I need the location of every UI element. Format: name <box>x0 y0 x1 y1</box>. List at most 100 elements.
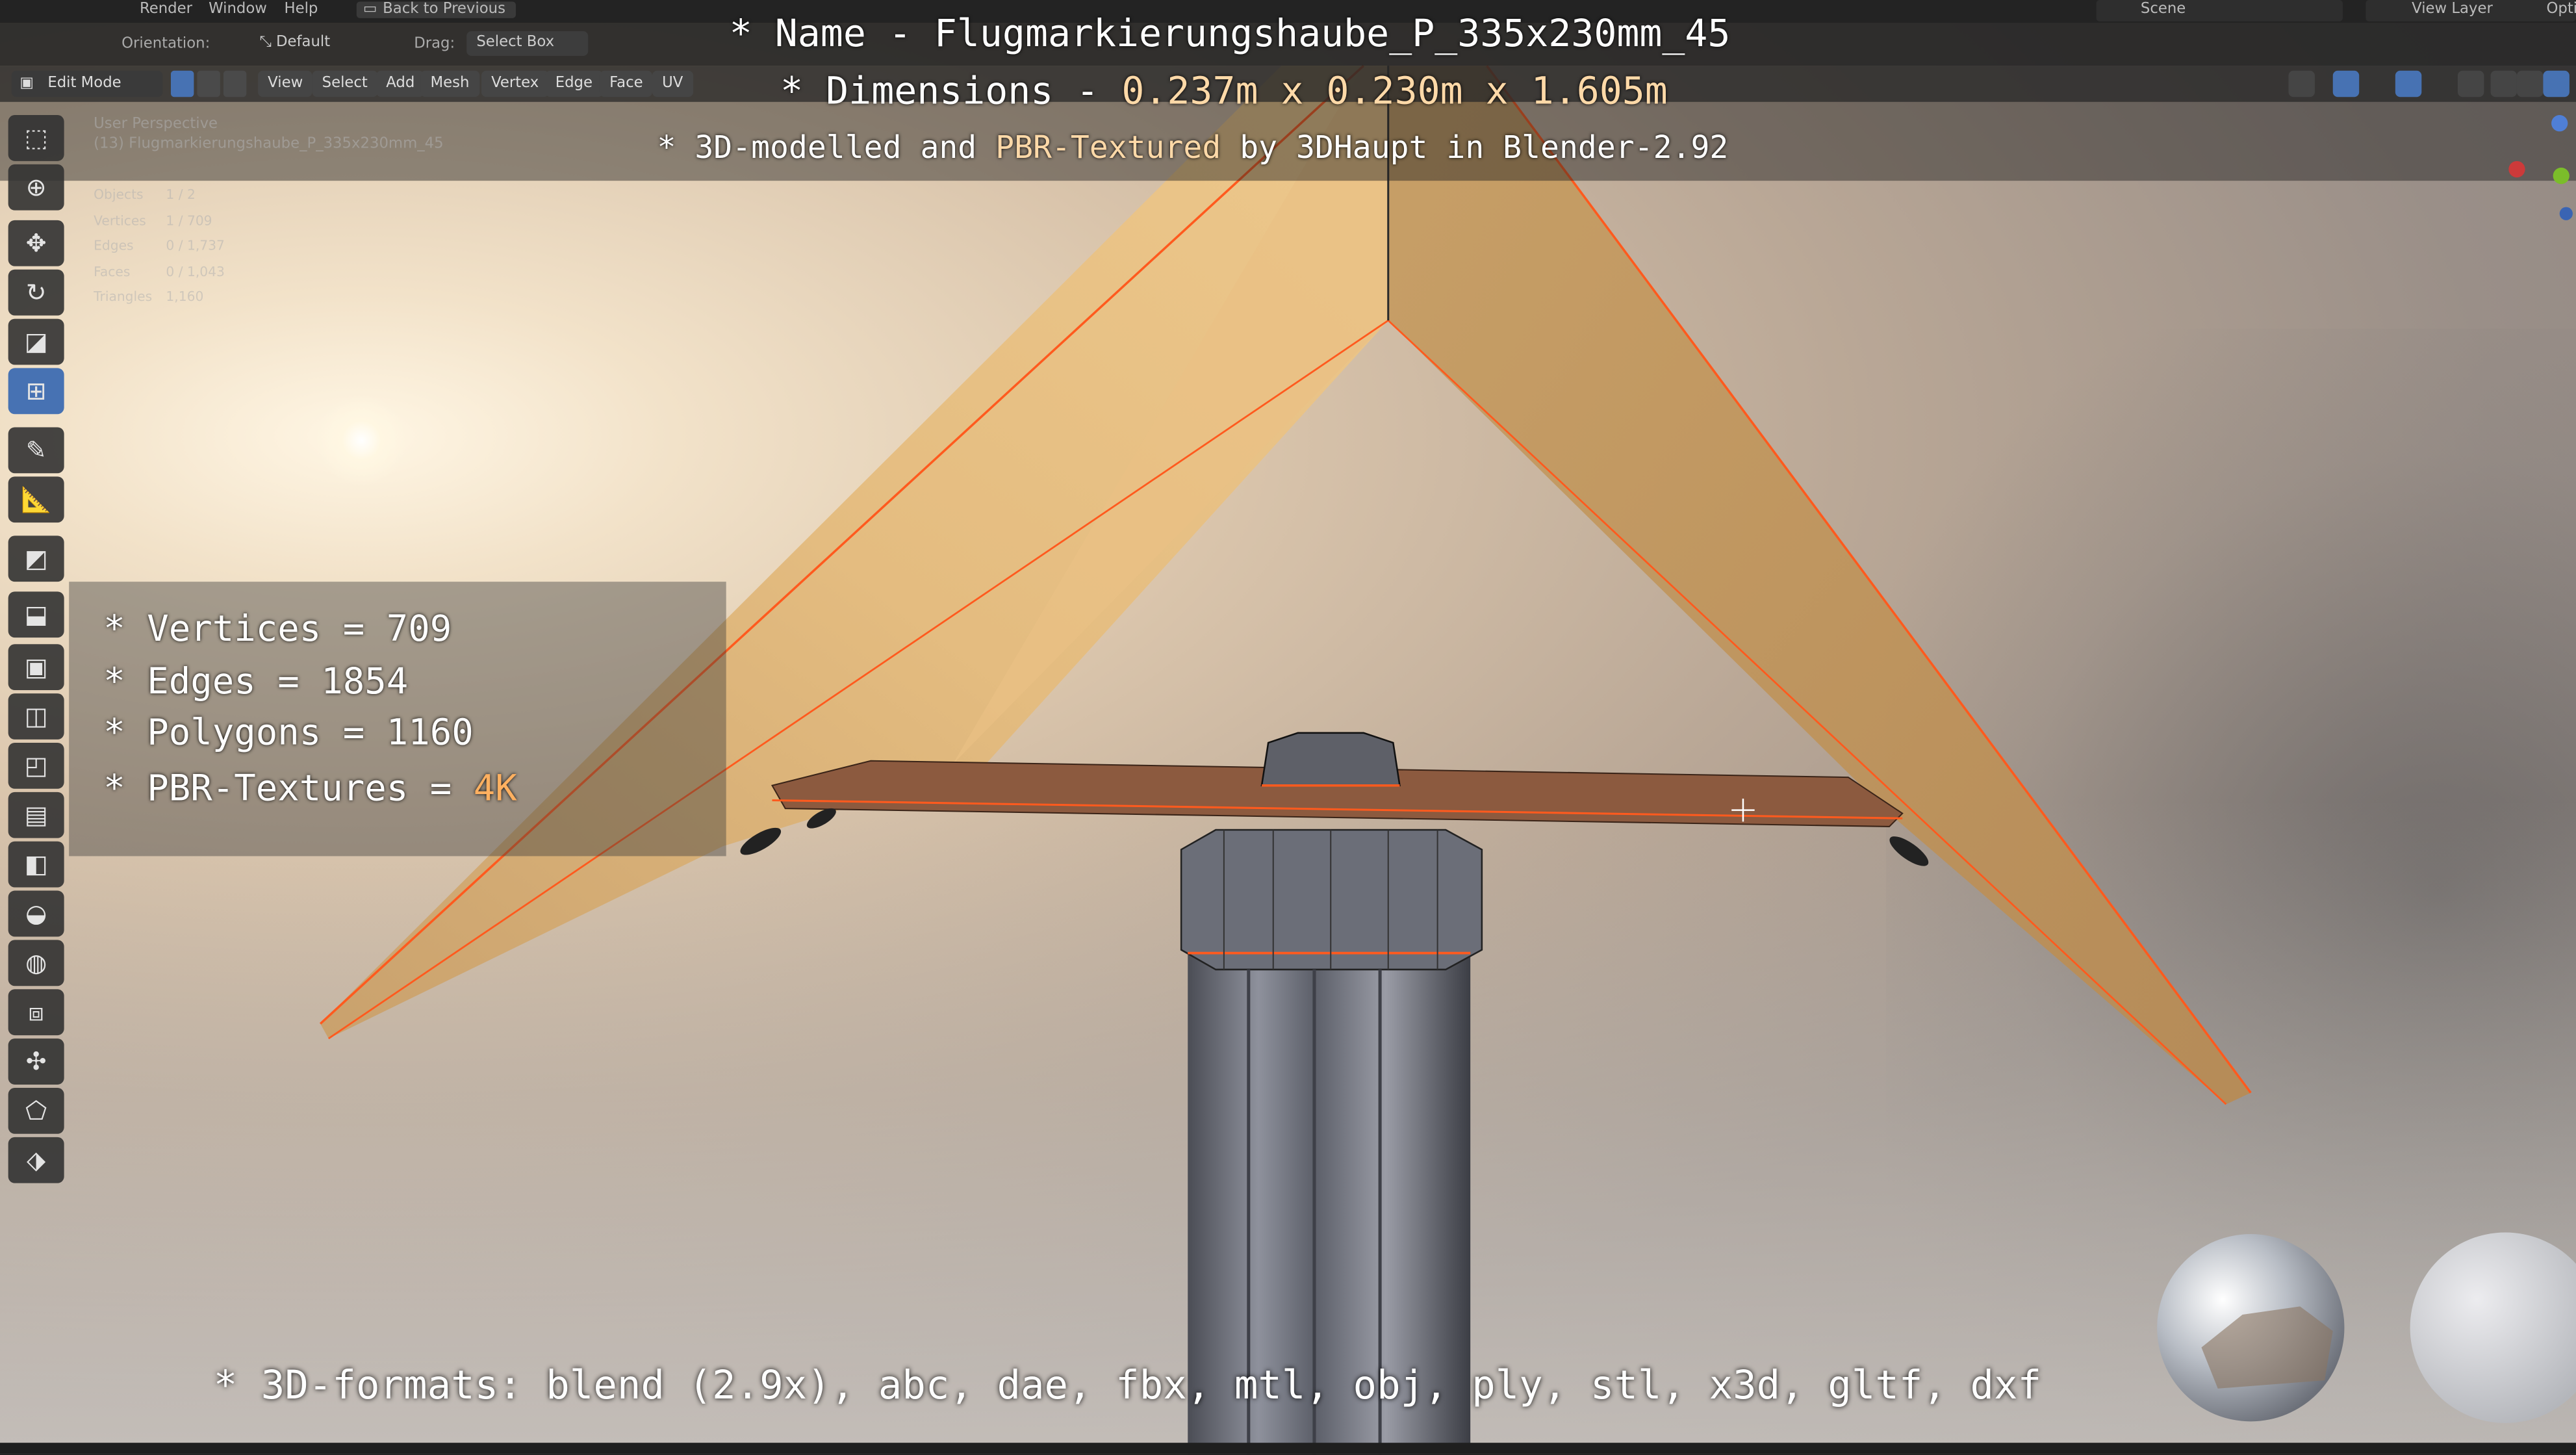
stat-row: Objects 1 / 2 <box>94 187 196 203</box>
menu-add[interactable]: Add <box>376 70 425 97</box>
formats-line: * 3D-formats: blend (2.9x), abc, dae, fb… <box>213 1362 2042 1409</box>
knife-tool[interactable]: ▤ <box>8 792 64 838</box>
gizmo-x-axis[interactable] <box>2508 161 2525 178</box>
menu-window[interactable]: Window <box>209 2 267 18</box>
view-layer-label: View Layer <box>2412 1 2493 18</box>
drag-dropdown[interactable]: Select Box <box>466 31 589 56</box>
edge-slide-icon: ⧈ <box>28 996 44 1027</box>
inset-icon: ▣ <box>24 651 48 682</box>
menu-mesh[interactable]: Mesh <box>420 70 479 97</box>
move-icon: ✥ <box>25 227 47 257</box>
menu-edge[interactable]: Edge <box>545 70 603 97</box>
menu-vertex[interactable]: Vertex <box>481 70 549 97</box>
annotate-tool[interactable]: ✎ <box>8 427 64 474</box>
scene-selector[interactable]: Scene <box>2096 0 2343 21</box>
menu-face[interactable]: Face <box>599 70 653 97</box>
select-box-tool[interactable]: ⬚ <box>8 115 64 161</box>
matte-preview-sphere <box>2410 1232 2576 1423</box>
face-select-button[interactable] <box>223 70 247 97</box>
stat-row: Triangles 1,160 <box>94 289 204 305</box>
options-label[interactable]: Opti <box>2546 2 2576 18</box>
menu-uv[interactable]: UV <box>652 70 693 97</box>
gizmo-toggle-icon[interactable] <box>2332 70 2360 97</box>
edge-select-button[interactable] <box>197 70 220 97</box>
spin-tool[interactable]: ◒ <box>8 890 64 937</box>
add-cube-tool[interactable]: ◩ <box>8 535 64 582</box>
pole <box>1180 829 1483 1454</box>
extrude-icon: ⬓ <box>24 599 48 629</box>
stat-row: Edges 0 / 1,737 <box>94 238 225 253</box>
gizmo-y-axis[interactable] <box>2553 167 2570 185</box>
vertices-count: * Vertices = 709 <box>103 610 452 651</box>
select-box-icon: ⬚ <box>24 122 48 152</box>
shrink-fatten-tool[interactable]: ✣ <box>8 1038 64 1085</box>
scene-statistics: Objects 1 / 2 Vertices 1 / 709 Edges 0 / 1,… <box>94 183 225 311</box>
menu-help[interactable]: Help <box>284 2 318 18</box>
inset-tool[interactable]: ▣ <box>8 644 64 691</box>
mode-selector[interactable]: ▣ Edit Mode <box>11 70 163 97</box>
gizmo-neg-z[interactable] <box>2559 207 2573 220</box>
smooth-tool[interactable]: ◍ <box>8 940 64 986</box>
rip-region-tool[interactable]: ⬗ <box>8 1137 64 1183</box>
visibility-icon[interactable] <box>2288 70 2315 97</box>
shear-tool[interactable]: ⬠ <box>8 1087 64 1134</box>
scene-label: Scene <box>2140 1 2186 18</box>
measure-tool[interactable]: 📐 <box>8 476 64 523</box>
poly-build-tool[interactable]: ◧ <box>8 841 64 888</box>
overlay-toggle-icon[interactable] <box>2395 70 2422 97</box>
bevel-icon: ◫ <box>24 701 48 731</box>
vertex-select-button[interactable] <box>170 70 194 97</box>
scale-icon: ◪ <box>24 326 48 356</box>
view-name: User Perspective <box>94 116 218 133</box>
menu-select[interactable]: Select <box>312 70 378 97</box>
bevel-tool[interactable]: ◫ <box>8 693 64 740</box>
navigation-gizmo[interactable] <box>2508 109 2576 257</box>
back-icon: ▭ <box>363 1 377 18</box>
specs-panel: * Vertices = 709 * Edges = 1854 * Polygo… <box>69 582 726 856</box>
extrude-tool[interactable]: ⬓ <box>8 591 64 638</box>
rotate-tool[interactable]: ↻ <box>8 269 64 316</box>
pbr-textures-info: * PBR-Textures = 4K <box>103 769 517 810</box>
transform-tool[interactable]: ⊞ <box>8 368 64 415</box>
measure-icon: 📐 <box>21 483 52 514</box>
add-cube-icon: ◩ <box>24 543 48 573</box>
orientation-label: Orientation: <box>121 36 210 53</box>
dimensions-line: * Dimensions - 0.237m x 0.230m x 1.605m <box>780 70 1668 114</box>
active-object-name: (13) Flugmarkierungshaube_P_335x230mm_45 <box>94 136 444 153</box>
model-name-title: * Name - Flugmarkierungshaube_P_335x230m… <box>729 13 1731 56</box>
rip-region-icon: ⬗ <box>27 1144 46 1174</box>
smooth-icon: ◍ <box>25 947 47 977</box>
loop-cut-tool[interactable]: ◰ <box>8 742 64 789</box>
menu-render[interactable]: Render <box>140 2 192 18</box>
polygons-count: * Polygons = 1160 <box>103 713 474 754</box>
knife-icon: ▤ <box>24 799 48 829</box>
poly-build-icon: ◧ <box>24 849 48 879</box>
rotate-icon: ↻ <box>25 277 47 307</box>
edit-mode-icon: ▣ <box>19 75 34 92</box>
shrink-fatten-icon: ✣ <box>25 1046 47 1076</box>
move-tool[interactable]: ✥ <box>8 220 64 266</box>
scale-tool[interactable]: ◪ <box>8 318 64 365</box>
viewport-overlay-info: User Perspective (13) Flugmarkierungshau… <box>94 115 443 155</box>
xray-toggle-icon[interactable] <box>2457 70 2484 97</box>
tool-shelf: ⬚ ⊕ ✥ ↻ ◪ ⊞ ✎ 📐 ◩ ⬓ ▣ ◫ ◰ ▤ ◧ ◒ ◍ ⧈ ✣ ⬠ … <box>8 109 71 1246</box>
stat-row: Faces 0 / 1,043 <box>94 264 225 279</box>
annotate-icon: ✎ <box>25 434 47 465</box>
drag-label: Drag: <box>414 36 455 53</box>
menu-view[interactable]: View <box>258 70 313 97</box>
credit-line: * 3D-modelled and PBR-Textured by 3DHaup… <box>657 129 1729 166</box>
stat-row: Vertices 1 / 709 <box>94 212 212 228</box>
back-to-previous-button[interactable]: ▭ Back to Previous <box>356 1 516 18</box>
spin-icon: ◒ <box>25 897 47 928</box>
material-shading-icon[interactable] <box>2543 70 2570 97</box>
loop-cut-icon: ◰ <box>24 750 48 780</box>
solid-shading-icon[interactable] <box>2516 70 2544 97</box>
edge-slide-tool[interactable]: ⧈ <box>8 989 64 1036</box>
transform-icon: ⊞ <box>25 375 47 406</box>
cursor-tool[interactable]: ⊕ <box>8 164 64 211</box>
gizmo-z-axis[interactable] <box>2551 115 2568 132</box>
orientation-dropdown[interactable]: ⤡ Default <box>249 31 384 56</box>
wireframe-shading-icon[interactable] <box>2490 70 2517 97</box>
view-layer-selector[interactable]: View Layer Opti <box>2366 0 2576 21</box>
orientation-icon: ⤡ <box>259 34 276 51</box>
